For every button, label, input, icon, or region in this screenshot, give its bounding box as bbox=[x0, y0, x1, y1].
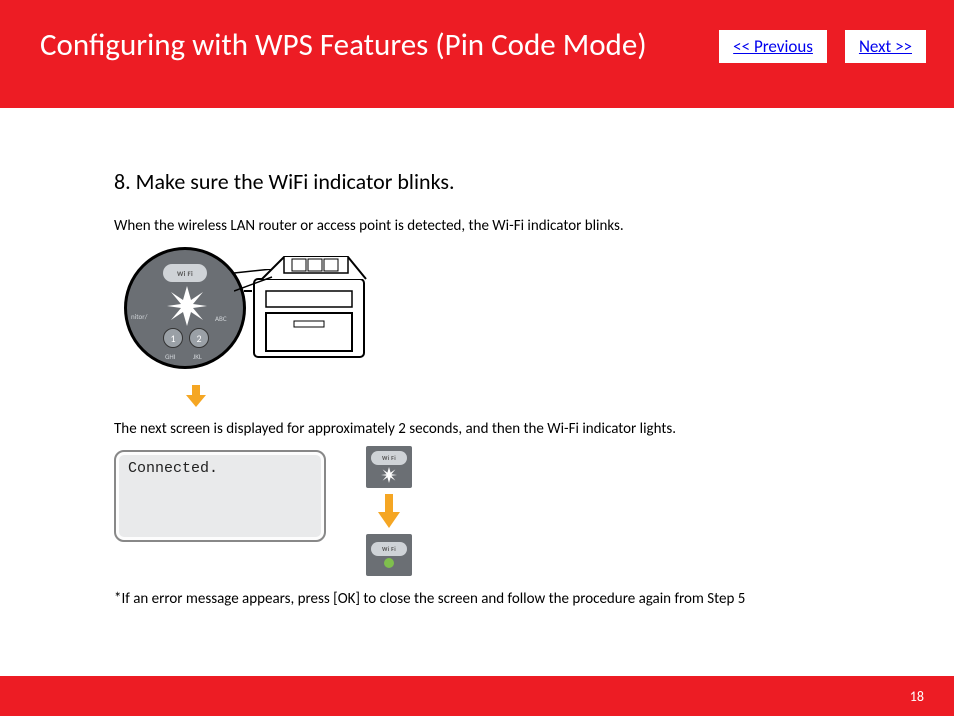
keypad-label: JKL bbox=[193, 352, 202, 361]
wifi-blinking-tile: Wi Fi bbox=[366, 446, 412, 488]
header-bar: Configuring with WPS Features (Pin Code … bbox=[0, 0, 954, 108]
step-heading: 8. Make sure the WiFi indicator blinks. bbox=[114, 168, 844, 195]
paragraph-1: When the wireless LAN router or access p… bbox=[114, 217, 844, 235]
page-title: Configuring with WPS Features (Pin Code … bbox=[40, 26, 701, 64]
previous-button[interactable]: << Previous bbox=[719, 30, 827, 63]
lcd-screen: Connected. bbox=[114, 450, 326, 542]
keypad-label: ABC bbox=[215, 314, 227, 323]
next-button[interactable]: Next >> bbox=[845, 30, 926, 63]
wifi-state-stack: Wi Fi Wi Fi bbox=[366, 446, 412, 576]
arrow-down-icon bbox=[186, 385, 206, 407]
keypad-label: GHI bbox=[165, 352, 176, 361]
keypad-1-icon: 1 bbox=[163, 328, 183, 348]
light-burst-icon bbox=[167, 286, 207, 326]
figure-printer-wifi-blink: Wi Fi 1 2 nitor/ ABC GHI JKL bbox=[114, 245, 374, 375]
wifi-badge-icon: Wi Fi bbox=[163, 264, 207, 282]
error-note: *If an error message appears, press [OK]… bbox=[114, 590, 844, 608]
content-area: 8. Make sure the WiFi indicator blinks. … bbox=[0, 108, 954, 608]
wifi-lit-tile: Wi Fi bbox=[366, 534, 412, 576]
printer-icon bbox=[244, 249, 374, 367]
keypad-2-icon: 2 bbox=[189, 328, 209, 348]
led-green-icon bbox=[384, 558, 394, 568]
page-number: 18 bbox=[910, 688, 924, 705]
paragraph-2: The next screen is displayed for approxi… bbox=[114, 420, 844, 438]
arrow-down-icon bbox=[378, 494, 400, 528]
light-burst-icon bbox=[381, 467, 397, 483]
wifi-badge-icon: Wi Fi bbox=[371, 451, 407, 465]
zoom-circle: Wi Fi 1 2 nitor/ ABC GHI JKL bbox=[124, 247, 246, 369]
callout-line-icon bbox=[234, 269, 274, 299]
lcd-text: Connected. bbox=[128, 460, 218, 477]
wifi-badge-icon: Wi Fi bbox=[371, 542, 407, 556]
keypad-label: nitor/ bbox=[131, 312, 147, 321]
footer-bar: 18 bbox=[0, 676, 954, 716]
figure-connected-wifi-lit: Connected. Wi Fi Wi Fi bbox=[114, 450, 844, 576]
